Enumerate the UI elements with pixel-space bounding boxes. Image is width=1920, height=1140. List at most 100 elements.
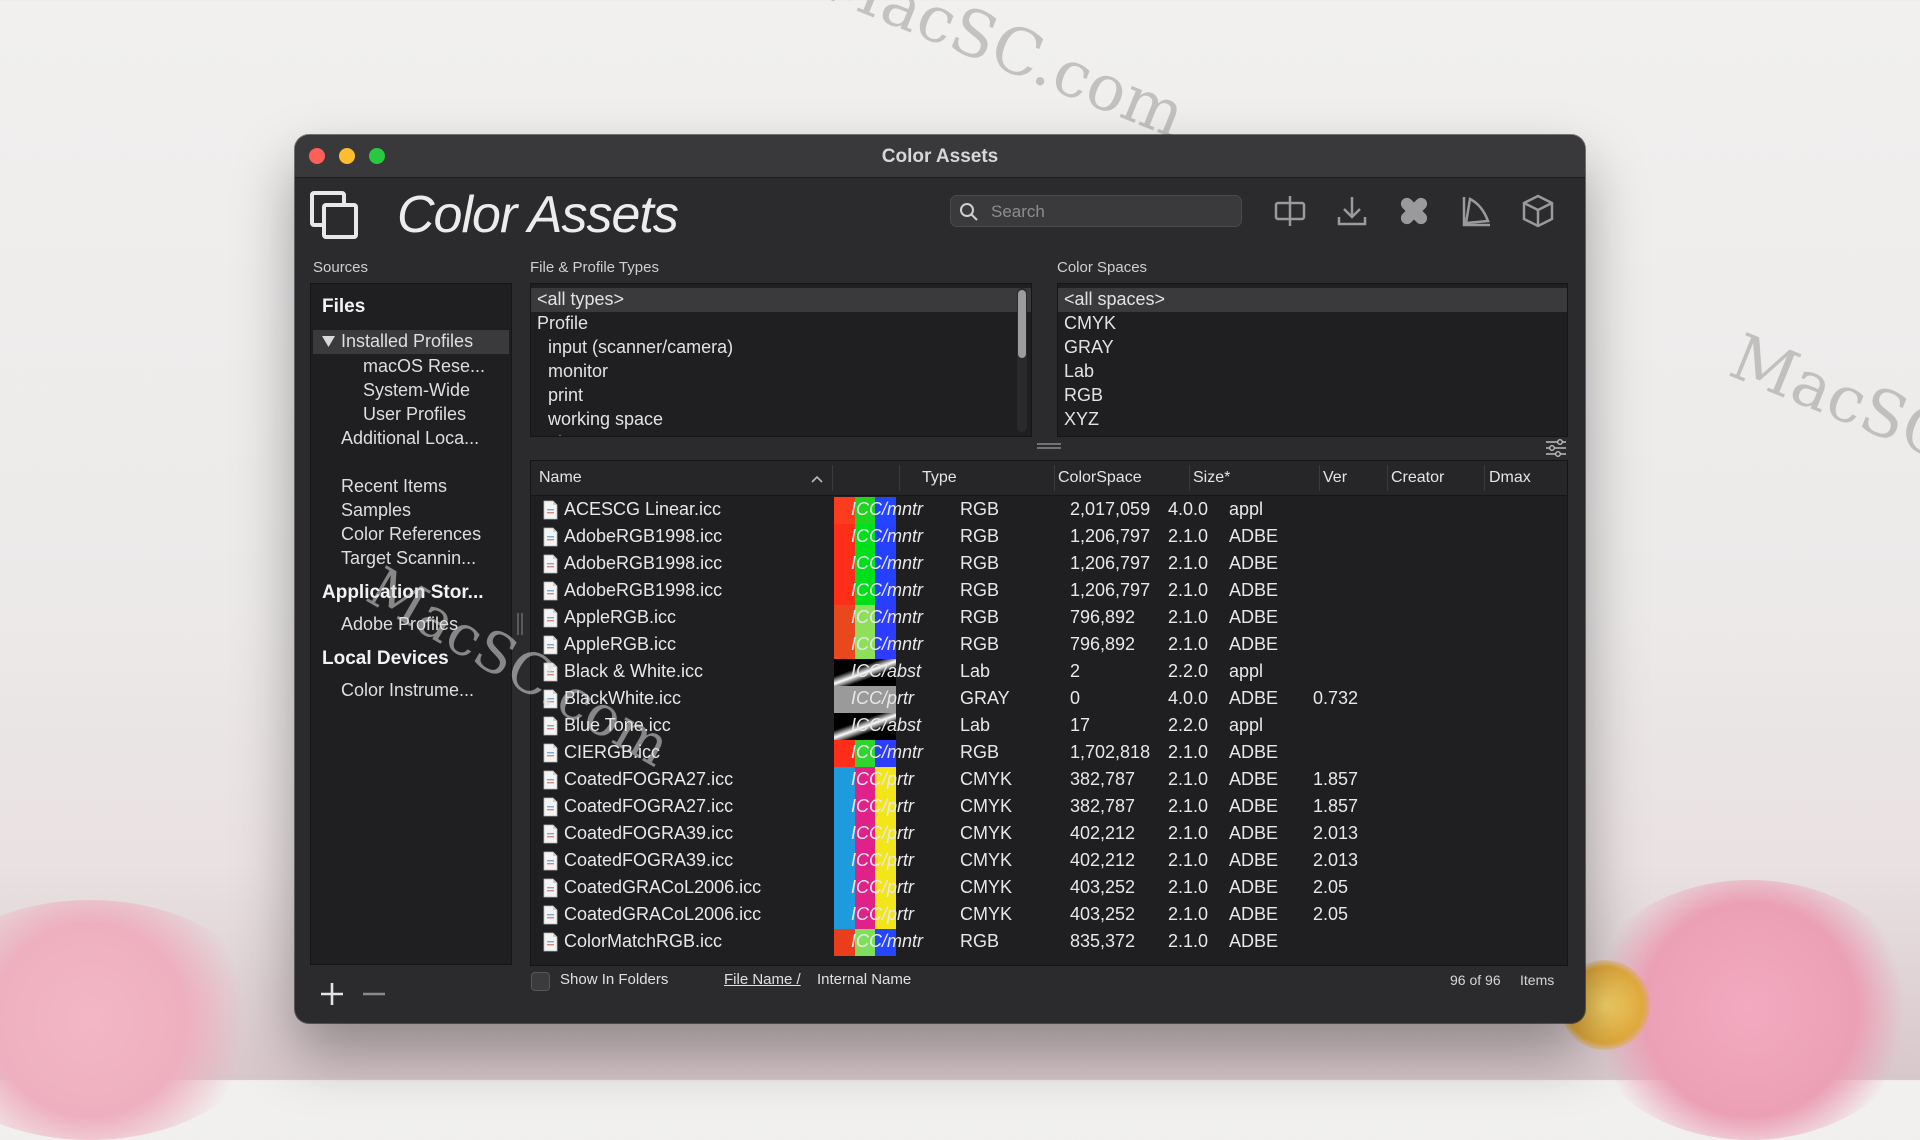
list-item[interactable]: <all spaces> — [1058, 288, 1567, 312]
table-row[interactable]: AdobeRGB1998.icc ICC/mntr RGB 1,206,797 2.1.… — [531, 551, 1567, 578]
cell-ver: 2.1.0 — [1168, 877, 1209, 897]
table-row[interactable]: AdobeRGB1998.icc ICC/mntr RGB 1,206,797 2.1.… — [531, 578, 1567, 605]
add-source-icon[interactable] — [319, 981, 345, 1007]
list-item[interactable]: monitor — [531, 360, 1031, 384]
table-row[interactable]: CoatedFOGRA27.icc ICC/prtr CMYK 382,787 2.1.… — [531, 767, 1567, 794]
table-row[interactable]: CoatedFOGRA39.icc ICC/prtr CMYK 402,212 2.1.… — [531, 848, 1567, 875]
table-row[interactable]: CIERGB.icc ICC/mntr RGB 1,702,818 2.1.0 ADBE — [531, 740, 1567, 767]
column-header-name[interactable]: Name — [539, 469, 582, 487]
cell-size: 382,787 — [1070, 769, 1136, 789]
sidebar-item-samples[interactable]: Samples — [341, 500, 411, 521]
file-name-link[interactable]: File Name / — [724, 971, 801, 988]
cell-type: ICC/mntr — [851, 607, 923, 627]
cell-size: 403,252 — [1070, 877, 1136, 897]
cell-size: 402,212 — [1070, 850, 1136, 870]
files-header[interactable]: Files — [322, 296, 365, 318]
sidebar-item-user-profiles[interactable]: User Profiles — [363, 404, 466, 425]
document-icon — [543, 500, 558, 520]
cell-ver: 4.0.0 — [1168, 499, 1209, 519]
scrollbar[interactable] — [1017, 288, 1027, 432]
table-row[interactable]: AppleRGB.icc ICC/mntr RGB 796,892 2.1.0 ADBE — [531, 605, 1567, 632]
column-header-ver[interactable]: Ver — [1323, 469, 1347, 487]
download-icon[interactable] — [1332, 191, 1372, 231]
cell-type: ICC/mntr — [851, 931, 923, 951]
cell-creator: ADBE — [1229, 769, 1279, 789]
cell-colorspace: RGB — [960, 634, 1000, 654]
show-in-folders-checkbox[interactable] — [531, 972, 550, 991]
cell-name: AdobeRGB1998.icc — [564, 553, 723, 573]
cell-ver: 2.1.0 — [1168, 526, 1209, 546]
list-item[interactable]: CMYK — [1058, 312, 1567, 336]
list-item[interactable]: <all types> — [531, 288, 1031, 312]
gamut-icon[interactable] — [1456, 191, 1496, 231]
sidebar-item-installed-profiles[interactable]: Installed Profiles — [313, 330, 509, 354]
document-icon — [543, 554, 558, 574]
cell-size: 1,206,797 — [1070, 553, 1151, 573]
table-header: Name Type ColorSpace Size* Ver Creator D… — [531, 461, 1567, 496]
sidebar-item-color-references[interactable]: Color References — [341, 524, 481, 545]
background-flower — [0, 900, 270, 1140]
cell-size: 1,702,818 — [1070, 742, 1151, 762]
table-row[interactable]: CoatedFOGRA39.icc ICC/prtr CMYK 402,212 2.1.… — [531, 821, 1567, 848]
table-row[interactable]: Blue Tone.icc ICC/abst Lab 17 2.2.0 appl — [531, 713, 1567, 740]
column-header-type[interactable]: Type — [922, 469, 957, 487]
splitter-handle-icon[interactable] — [1037, 442, 1061, 452]
list-item[interactable]: print — [531, 384, 1031, 408]
sources-label: Sources — [313, 259, 369, 276]
cell-size: 1,206,797 — [1070, 580, 1151, 600]
sidebar-item-color-instrument[interactable]: Color Instrume... — [341, 680, 474, 701]
column-header-size[interactable]: Size* — [1193, 469, 1230, 487]
search-field[interactable] — [950, 195, 1242, 227]
cell-colorspace: CMYK — [960, 769, 1013, 789]
column-separator — [1319, 465, 1320, 491]
cell-creator: ADBE — [1229, 877, 1279, 897]
bandage-icon[interactable] — [1394, 191, 1434, 231]
document-icon — [543, 851, 558, 871]
list-item[interactable]: working space — [531, 408, 1031, 432]
table-row[interactable]: ACESCG Linear.icc ICC/mntr RGB 2,017,059 4.0… — [531, 497, 1567, 524]
scrollbar-thumb[interactable] — [1018, 290, 1026, 358]
column-header-creator[interactable]: Creator — [1391, 469, 1444, 487]
list-item[interactable]: Lab — [1058, 360, 1567, 384]
sort-ascending-icon[interactable] — [811, 475, 823, 483]
internal-name-link[interactable]: Internal Name — [817, 971, 911, 988]
sidebar-item-macos-reserved[interactable]: macOS Rese... — [363, 356, 485, 377]
cell-type: ICC/prtr — [851, 769, 914, 789]
table-row[interactable]: AdobeRGB1998.icc ICC/mntr RGB 1,206,797 2.1.… — [531, 524, 1567, 551]
table-row[interactable]: ColorMatchRGB.icc ICC/mntr RGB 835,372 2.1.0… — [531, 929, 1567, 956]
sidebar-item-recent-items[interactable]: Recent Items — [341, 476, 447, 497]
disclosure-triangle-icon[interactable] — [322, 336, 335, 348]
list-item[interactable]: GRAY — [1058, 336, 1567, 360]
table-row[interactable]: BlackWhite.icc ICC/prtr GRAY 0 4.0.0 ADBE 0.73… — [531, 686, 1567, 713]
column-header-dmax[interactable]: Dmax — [1489, 469, 1531, 487]
cell-name: CoatedGRACoL2006.icc — [564, 877, 762, 897]
table-row[interactable]: Black & White.icc ICC/abst Lab 2 2.2.0 appl — [531, 659, 1567, 686]
cell-colorspace: RGB — [960, 607, 1000, 627]
list-item[interactable]: abstract — [531, 432, 1031, 436]
table-row[interactable]: AppleRGB.icc ICC/mntr RGB 796,892 2.1.0 ADBE — [531, 632, 1567, 659]
cell-type: ICC/mntr — [851, 499, 923, 519]
cell-size: 2 — [1070, 661, 1081, 681]
footer-bar — [295, 967, 1585, 1023]
sidebar-item-system-wide[interactable]: System-Wide — [363, 380, 470, 401]
cell-ver: 2.1.0 — [1168, 850, 1209, 870]
split-icon[interactable] — [1270, 191, 1310, 231]
cell-creator: ADBE — [1229, 688, 1279, 708]
search-input[interactable] — [989, 199, 1233, 225]
list-item[interactable]: RGB — [1058, 384, 1567, 408]
table-row[interactable]: CoatedGRACoL2006.icc ICC/prtr CMYK 403,252 2… — [531, 902, 1567, 929]
table-row[interactable]: CoatedFOGRA27.icc ICC/prtr CMYK 382,787 2.1.… — [531, 794, 1567, 821]
remove-source-icon[interactable] — [361, 981, 387, 1007]
cube-icon[interactable] — [1518, 191, 1558, 231]
sidebar-item-additional-locations[interactable]: Additional Loca... — [341, 428, 479, 449]
spaces-list: <all spaces> CMYK GRAY Lab RGB XYZ — [1057, 283, 1568, 437]
cell-name: AppleRGB.icc — [564, 634, 677, 654]
cell-dmax: 2.013 — [1313, 850, 1359, 870]
list-item[interactable]: Profile — [531, 312, 1031, 336]
column-options-icon[interactable] — [1545, 439, 1567, 457]
column-header-colorspace[interactable]: ColorSpace — [1058, 469, 1142, 487]
table-row[interactable]: CoatedGRACoL2006.icc ICC/prtr CMYK 403,252 2… — [531, 875, 1567, 902]
list-item[interactable]: input (scanner/camera) — [531, 336, 1031, 360]
list-item[interactable]: XYZ — [1058, 408, 1567, 432]
column-separator — [1054, 465, 1055, 491]
